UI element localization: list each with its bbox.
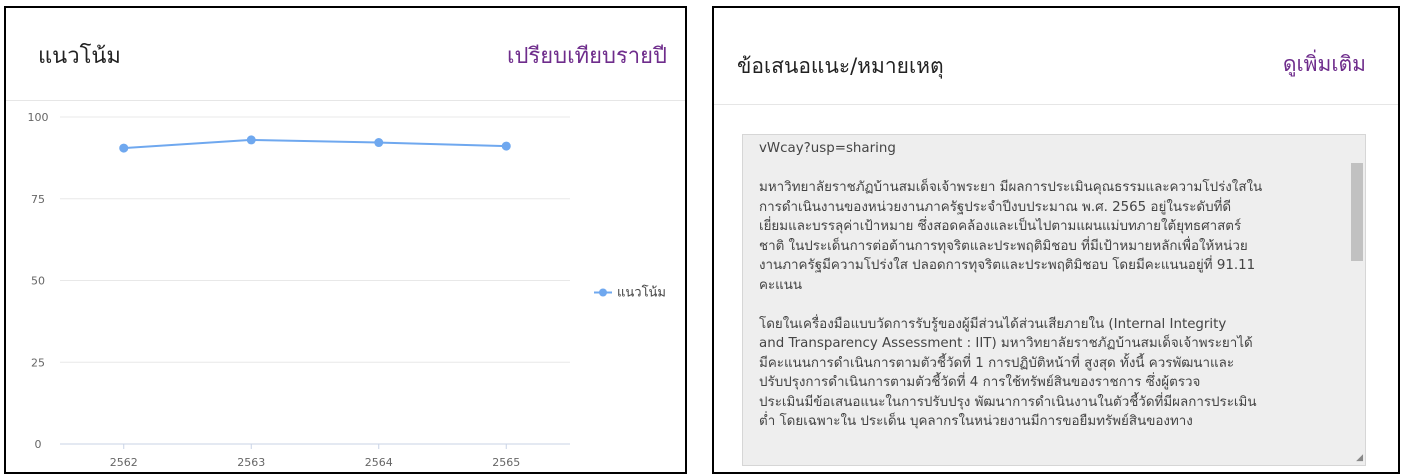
y-tick-label: 0 [35,438,42,451]
notes-card: ข้อเสนอแนะ/หมายเหตุ ดูเพิ่มเติม vWcay?us… [712,6,1400,474]
legend-marker [599,288,607,297]
trend-title: แนวโน้ม [38,44,121,69]
y-tick-label: 100 [28,111,49,124]
resize-grip-icon[interactable]: ◢ [1353,453,1363,463]
y-tick-label: 50 [31,275,45,288]
x-tick-label: 2563 [237,456,265,469]
data-point [374,138,384,148]
legend-label: แนวโน้ม [617,285,666,301]
series-line [123,138,507,150]
x-tick-label: 2565 [492,456,520,469]
x-tick-label: 2562 [110,456,138,469]
y-tick-label: 25 [31,356,45,369]
data-point [501,141,511,151]
notes-scrollbar[interactable] [1347,135,1365,465]
compare-yearly-link[interactable]: เปรียบเทียบรายปี [507,38,667,73]
notes-scroll-thumb[interactable] [1351,163,1363,261]
x-tick-label: 2564 [365,456,393,469]
notes-card-header: ข้อเสนอแนะ/หมายเหตุ ดูเพิ่มเติม [714,8,1398,105]
notes-text: vWcay?usp=sharing มหาวิทยาลัยราชภัฏบ้านส… [759,141,1263,429]
data-point [246,135,256,145]
see-more-link[interactable]: ดูเพิ่มเติม [1283,48,1366,81]
y-tick-label: 75 [31,193,45,206]
trend-chart: 0 25 50 75 100 2562 2563 2564 2565 แนวโน้ม [6,101,685,472]
notes-title: ข้อเสนอแนะ/หมายเหตุ [737,54,944,78]
trend-card: แนวโน้ม เปรียบเทียบรายปี 0 25 50 75 100 2562 2… [4,6,687,474]
data-point [119,143,129,153]
notes-textarea[interactable]: vWcay?usp=sharing มหาวิทยาลัยราชภัฏบ้านส… [742,134,1366,466]
trend-chart-svg: 0 25 50 75 100 2562 2563 2564 2565 แนวโน้ม [28,111,667,469]
trend-card-header: แนวโน้ม เปรียบเทียบรายปี [6,8,685,101]
